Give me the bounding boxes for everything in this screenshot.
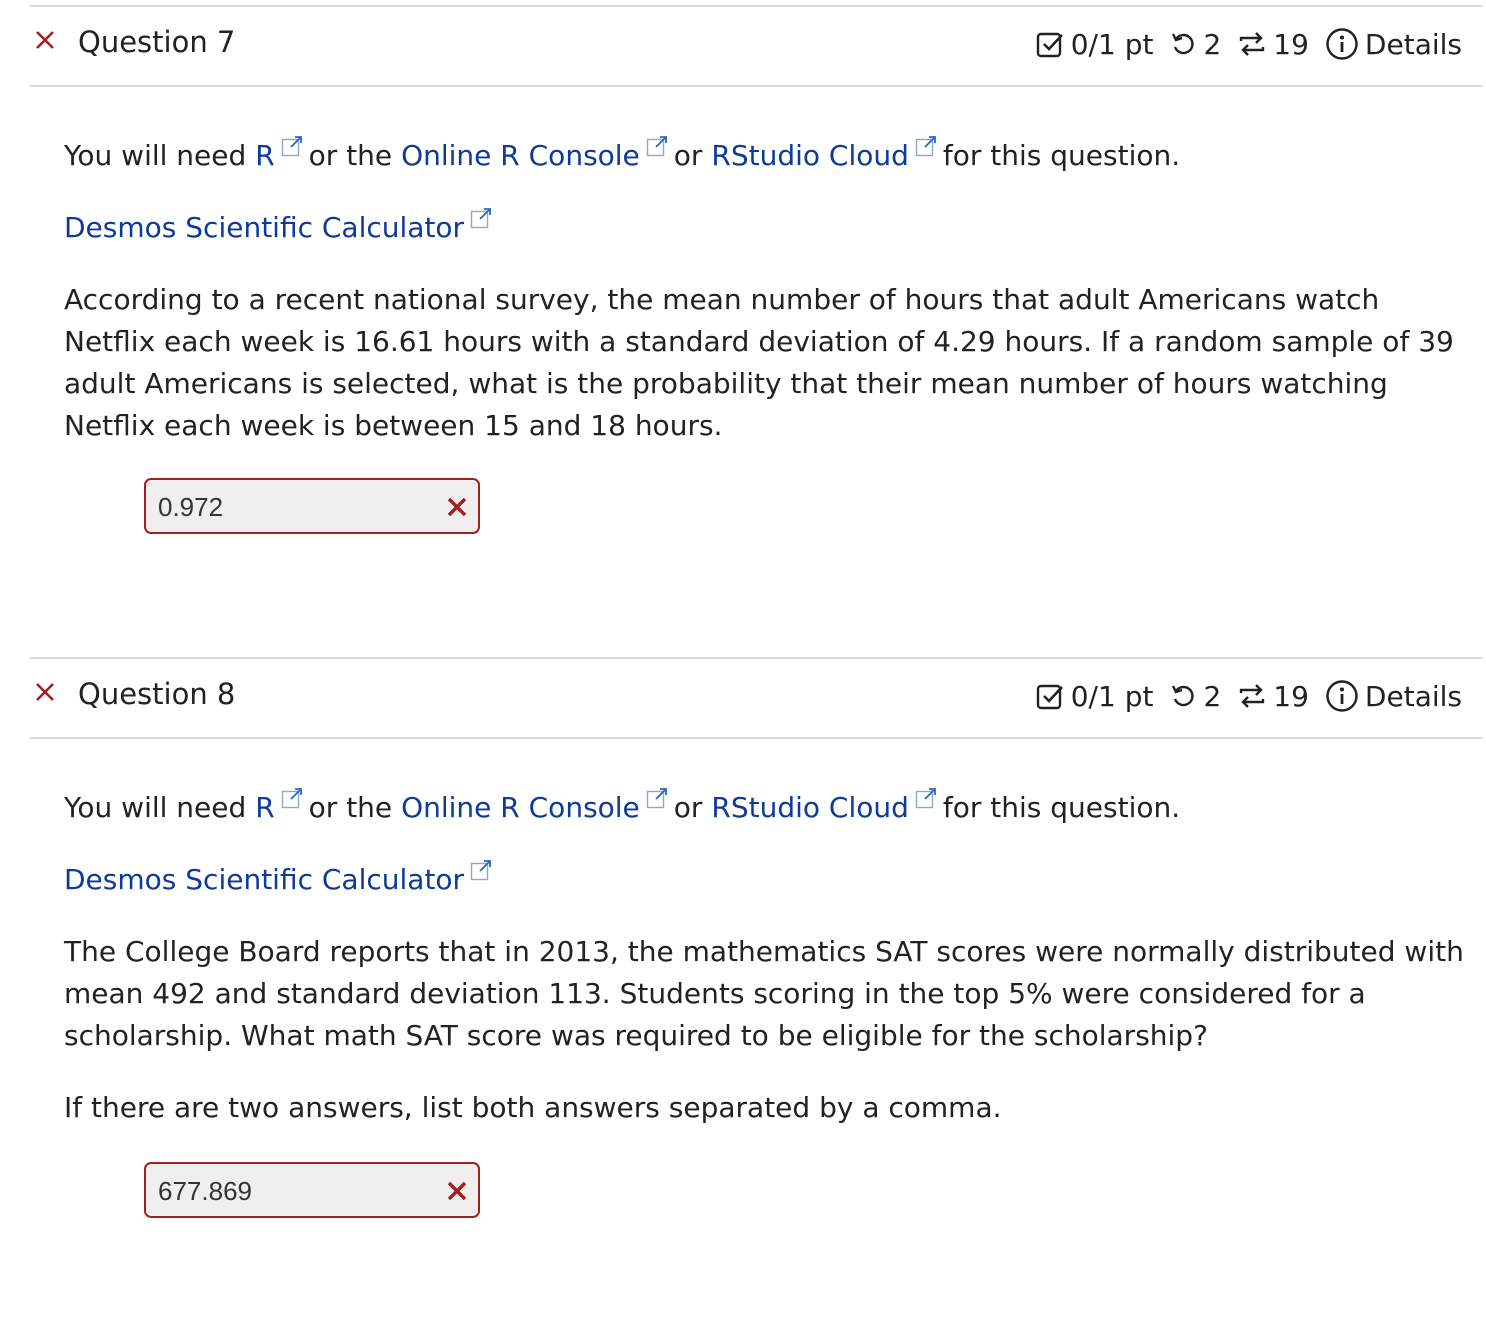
answer-input[interactable]: 677.869 bbox=[144, 1162, 480, 1218]
external-link-icon bbox=[646, 788, 667, 809]
external-link-icon bbox=[470, 208, 491, 229]
versions-icon[interactable] bbox=[1237, 681, 1267, 711]
attempts-value: 2 bbox=[1203, 27, 1222, 61]
score-value: 0/1 pt bbox=[1070, 27, 1154, 61]
answer-value[interactable]: 0.972 bbox=[158, 492, 223, 523]
r-link[interactable]: R bbox=[255, 139, 274, 172]
external-link-icon bbox=[915, 788, 936, 809]
desmos-calculator-link[interactable]: Desmos Scientific Calculator bbox=[64, 863, 464, 896]
info-icon[interactable] bbox=[1325, 27, 1359, 61]
retry-icon[interactable] bbox=[1169, 682, 1197, 710]
external-link-icon bbox=[915, 136, 936, 157]
question-header: Question 7 0/1 pt 2 19 Details bbox=[30, 5, 1482, 87]
question-meta: 0/1 pt 2 19 Details bbox=[1035, 679, 1462, 713]
question-title: Question 8 bbox=[78, 677, 236, 711]
question-header: Question 8 0/1 pt 2 19 Details bbox=[30, 657, 1482, 739]
question-title: Question 7 bbox=[78, 25, 236, 59]
close-icon bbox=[36, 31, 54, 49]
desmos-line: Desmos Scientific Calculator bbox=[64, 207, 498, 249]
close-icon bbox=[36, 683, 54, 701]
checkbox-icon bbox=[1036, 684, 1063, 710]
r-link[interactable]: R bbox=[255, 791, 274, 824]
checkbox-icon bbox=[1036, 32, 1063, 58]
info-icon[interactable] bbox=[1325, 679, 1359, 713]
external-link-icon bbox=[281, 136, 302, 157]
tools-line: You will need Ror the Online R Console or… bbox=[64, 787, 1180, 829]
score-value: 0/1 pt bbox=[1070, 679, 1154, 713]
details-link[interactable]: Details bbox=[1365, 28, 1462, 61]
question-note: If there are two answers, list both answ… bbox=[64, 1091, 1002, 1124]
external-link-icon bbox=[470, 860, 491, 881]
answer-value[interactable]: 677.869 bbox=[158, 1176, 252, 1207]
versions-icon[interactable] bbox=[1237, 29, 1267, 59]
external-link-icon bbox=[646, 136, 667, 157]
question-7: Question 7 0/1 pt 2 19 Details You will … bbox=[30, 5, 1482, 534]
attempts-value: 2 bbox=[1203, 679, 1222, 713]
versions-value: 19 bbox=[1273, 27, 1309, 61]
question-meta: 0/1 pt 2 19 Details bbox=[1035, 27, 1462, 61]
answer-input[interactable]: 0.972 bbox=[144, 478, 480, 534]
rstudio-cloud-link[interactable]: RStudio Cloud bbox=[711, 791, 909, 824]
versions-value: 19 bbox=[1273, 679, 1309, 713]
desmos-calculator-link[interactable]: Desmos Scientific Calculator bbox=[64, 211, 464, 244]
question-stem: The College Board reports that in 2013, … bbox=[64, 935, 1464, 1052]
rstudio-cloud-link[interactable]: RStudio Cloud bbox=[711, 139, 909, 172]
desmos-line: Desmos Scientific Calculator bbox=[64, 859, 498, 901]
incorrect-icon bbox=[447, 1181, 467, 1201]
retry-icon[interactable] bbox=[1169, 30, 1197, 58]
details-link[interactable]: Details bbox=[1365, 680, 1462, 713]
online-r-console-link[interactable]: Online R Console bbox=[401, 139, 640, 172]
question-stem: According to a recent national survey, t… bbox=[64, 283, 1454, 442]
incorrect-icon bbox=[447, 497, 467, 517]
external-link-icon bbox=[281, 788, 302, 809]
question-8: Question 8 0/1 pt 2 19 Details You will … bbox=[30, 657, 1482, 1218]
online-r-console-link[interactable]: Online R Console bbox=[401, 791, 640, 824]
tools-line: You will need Ror the Online R Console or… bbox=[64, 135, 1180, 177]
